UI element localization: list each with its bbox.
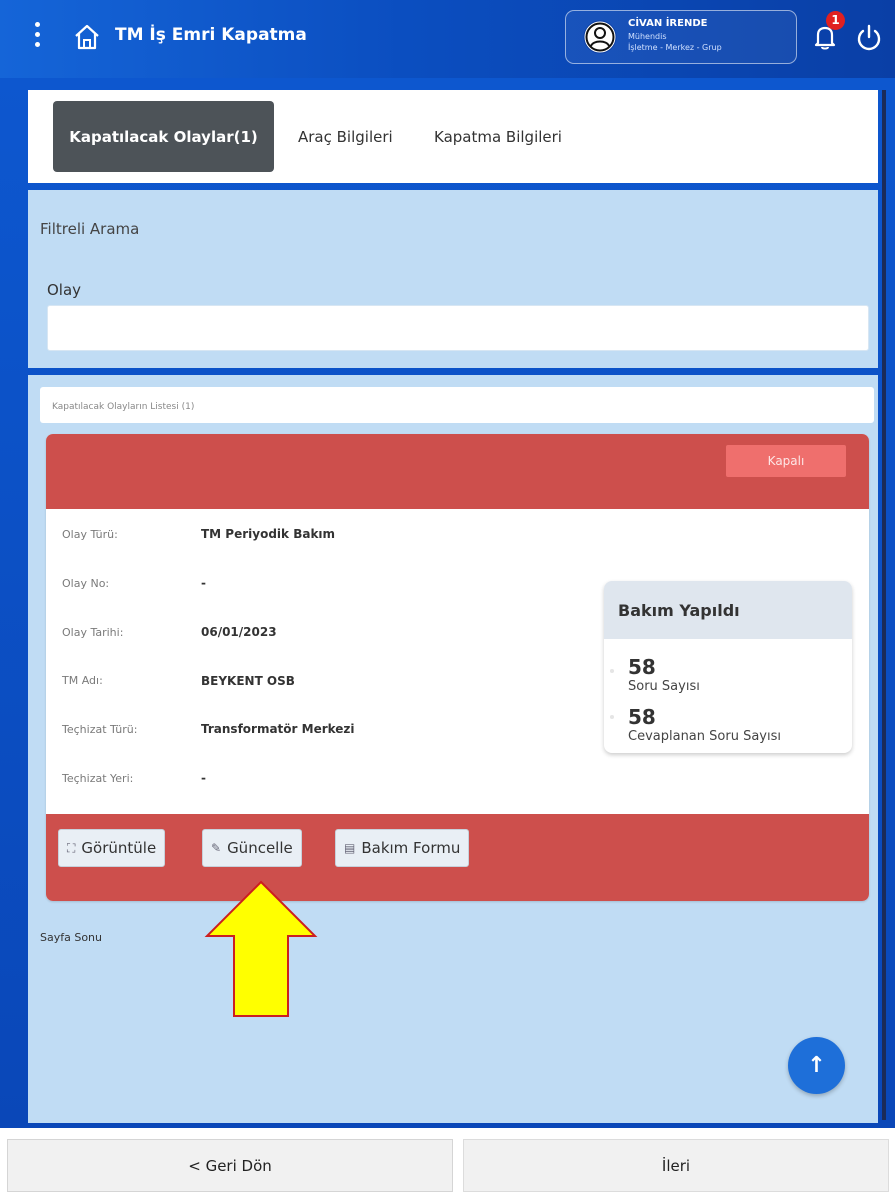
olay-input[interactable] — [47, 305, 869, 351]
arrow-up-icon: ↑ — [807, 1053, 826, 1078]
status-button[interactable]: Kapalı — [726, 445, 846, 477]
user-role: Mühendis — [628, 32, 667, 41]
update-button[interactable]: ✎ Güncelle — [202, 829, 302, 867]
app-title: TM İş Emri Kapatma — [115, 25, 307, 45]
field-label-olay-tarihi: Olay Tarihi: — [62, 626, 124, 639]
home-icon[interactable] — [72, 22, 102, 52]
view-button-label: Görüntüle — [81, 839, 157, 857]
maintenance-form-button[interactable]: ▤ Bakım Formu — [335, 829, 470, 867]
top-bar: TM İş Emri Kapatma CİVAN İRENDE Mühendis… — [0, 0, 895, 78]
back-button[interactable]: < Geri Dön — [7, 1139, 453, 1192]
list-header: Kapatılacak Olayların Listesi (1) — [40, 387, 874, 423]
tab-kapatma-bilgileri[interactable]: Kapatma Bilgileri — [434, 128, 562, 146]
scrollbar[interactable] — [882, 90, 886, 1120]
filter-panel: Filtreli Arama Olay — [28, 190, 878, 368]
field-label-techizat-yeri: Teçhizat Yeri: — [62, 772, 134, 785]
footer: < Geri Dön İleri — [0, 1128, 895, 1198]
arrow-up-icon — [204, 880, 318, 1017]
view-button[interactable]: ⛶ Görüntüle — [58, 829, 166, 867]
answered-count-label: Cevaplanan Soru Sayısı — [628, 729, 781, 744]
user-name: CİVAN İRENDE — [628, 18, 708, 29]
record-card-header: Kapalı — [46, 434, 869, 509]
notification-badge: 1 — [826, 11, 845, 30]
user-org: İşletme - Merkez - Grup — [628, 43, 722, 52]
tab-kapatilacak-olaylar[interactable]: Kapatılacak Olaylar(1) — [53, 101, 274, 172]
edit-icon: ✎ — [211, 841, 222, 855]
power-icon[interactable] — [854, 22, 884, 52]
scroll-to-top-button[interactable]: ↑ — [788, 1037, 845, 1094]
field-label-tm-adi: TM Adı: — [62, 674, 103, 687]
menu-icon[interactable] — [32, 22, 42, 52]
field-value-olay-tarihi: 06/01/2023 — [201, 625, 277, 639]
field-value-tm-adi: BEYKENT OSB — [201, 674, 295, 688]
maintenance-stat-card: Bakım Yapıldı 58 Soru Sayısı 58 Cevaplan… — [604, 581, 852, 753]
field-label-techizat-turu: Teçhizat Türü: — [62, 723, 138, 736]
next-button[interactable]: İleri — [463, 1139, 889, 1192]
filter-title: Filtreli Arama — [40, 220, 140, 238]
tab-arac-bilgileri[interactable]: Araç Bilgileri — [298, 128, 393, 146]
record-card: Kapalı Olay Türü: TM Periyodik Bakım Ola… — [46, 434, 869, 901]
list-panel: Kapatılacak Olayların Listesi (1) Kapalı… — [28, 375, 878, 1123]
question-count-label: Soru Sayısı — [628, 679, 700, 694]
clipboard-icon: ▤ — [344, 841, 356, 855]
field-value-olay-no: - — [201, 576, 206, 590]
stat-card-title: Bakım Yapıldı — [604, 581, 852, 639]
bullet-icon — [610, 669, 614, 673]
update-button-label: Güncelle — [227, 839, 293, 857]
bullet-icon — [610, 715, 614, 719]
answered-count: 58 — [628, 705, 656, 729]
olay-label: Olay — [47, 281, 82, 299]
avatar-icon — [583, 20, 617, 54]
page-end-text: Sayfa Sonu — [40, 931, 102, 944]
field-value-techizat-yeri: - — [201, 771, 206, 785]
user-card[interactable]: CİVAN İRENDE Mühendis İşletme - Merkez -… — [565, 10, 797, 64]
question-count: 58 — [628, 655, 656, 679]
field-value-techizat-turu: Transformatör Merkezi — [201, 722, 355, 736]
tabs-card: Kapatılacak Olaylar(1) Araç Bilgileri Ka… — [28, 90, 878, 183]
field-value-olay-turu: TM Periyodik Bakım — [201, 527, 336, 541]
field-label-olay-no: Olay No: — [62, 577, 110, 590]
maintenance-form-button-label: Bakım Formu — [361, 839, 461, 857]
view-icon: ⛶ — [67, 840, 76, 855]
field-label-olay-turu: Olay Türü: — [62, 528, 118, 541]
